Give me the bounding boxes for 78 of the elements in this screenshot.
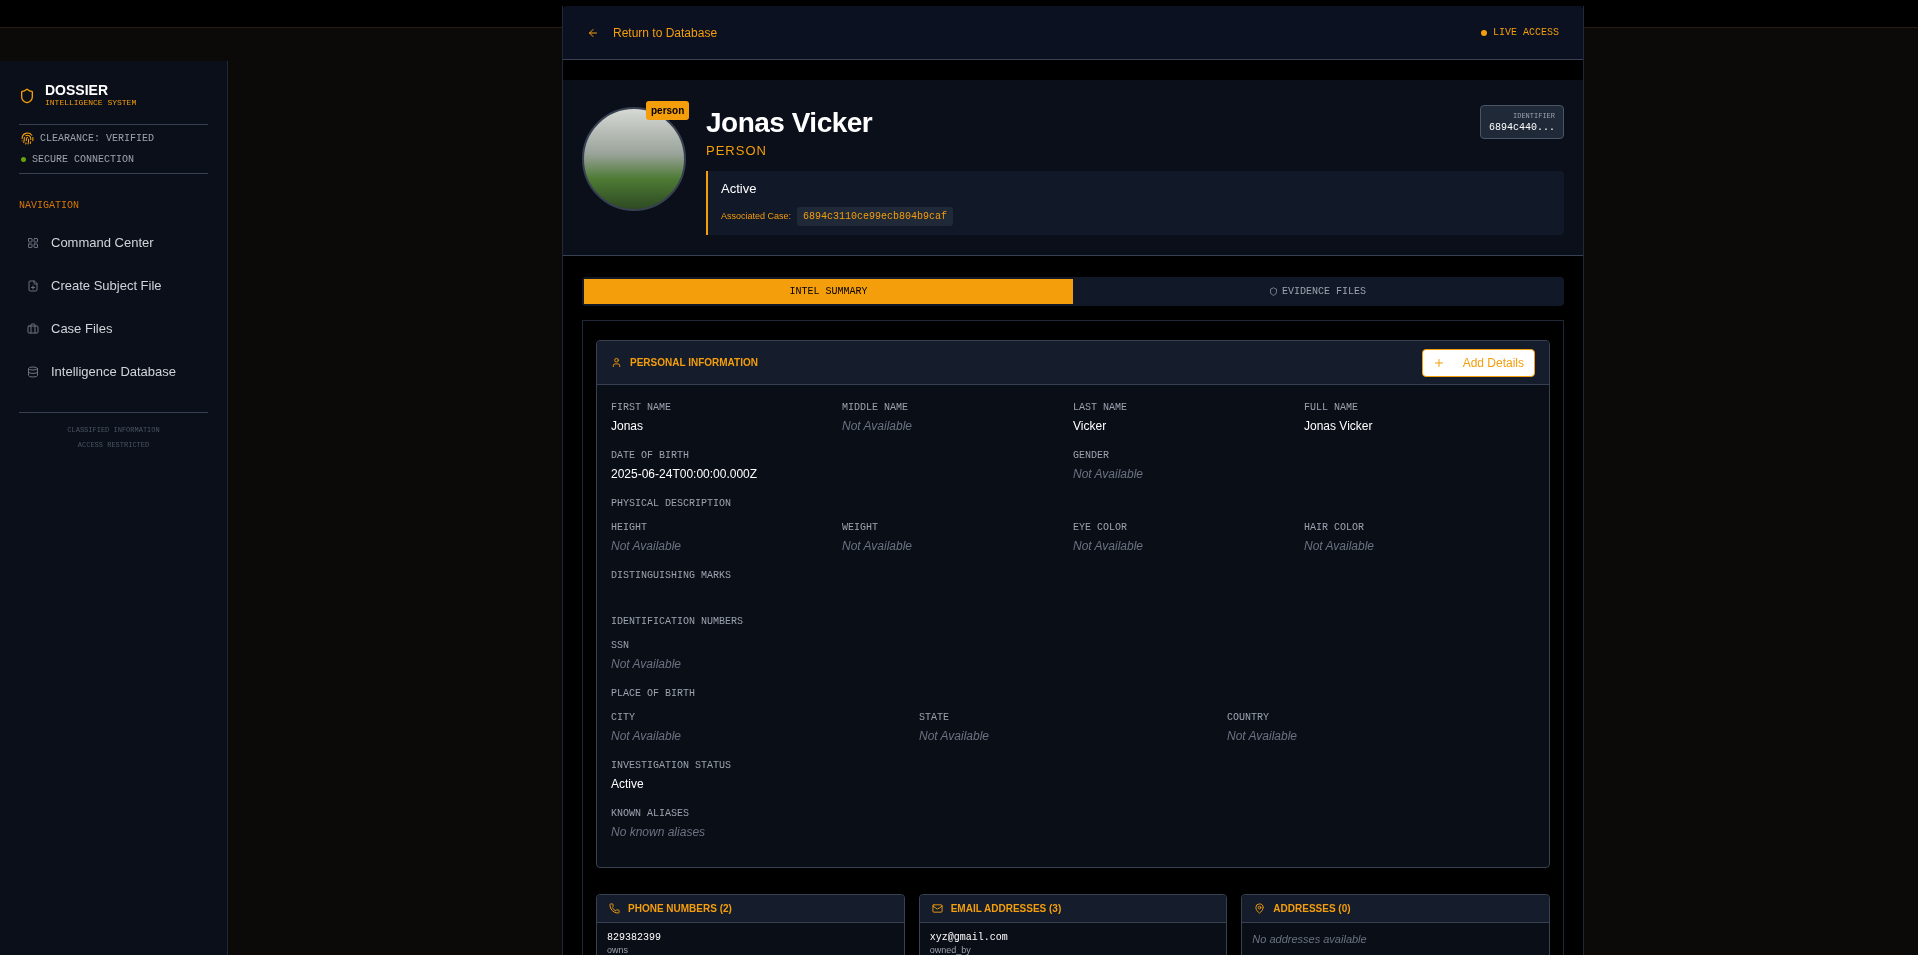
field-label: WEIGHT [842, 521, 879, 534]
field-label: HAIR COLOR [1304, 521, 1365, 534]
database-icon [27, 366, 39, 378]
briefcase-icon [27, 323, 39, 335]
field-label: HEIGHT [611, 521, 648, 534]
field-value: Not Available [611, 729, 683, 744]
empty-message: No addresses available [1252, 932, 1368, 947]
user-icon [611, 357, 622, 368]
nav-item[interactable]: Intelligence Database [19, 356, 208, 388]
field-value: Not Available [611, 539, 683, 554]
brand-subtitle: INTELLIGENCE SYSTEM [45, 98, 137, 108]
contact-value: xyz@gmail.com [929, 931, 1009, 944]
relation-label: owned_by [929, 944, 972, 955]
arrow-left-icon [587, 26, 599, 39]
brand-title: DOSSIER [45, 83, 109, 98]
nav-item[interactable]: Case Files [19, 313, 208, 345]
field-value: Not Available [611, 657, 683, 672]
field-label: EYE COLOR [1073, 521, 1128, 534]
field-label: GENDER [1073, 449, 1110, 462]
field-label: FULL NAME [1304, 401, 1359, 414]
field-value: No known aliases [611, 825, 707, 840]
field-value: Not Available [1227, 729, 1299, 744]
connection-status: SECURE CONNECTION [32, 153, 135, 167]
status-text: Active [721, 180, 758, 199]
map-pin-icon [1254, 903, 1266, 914]
field-value: Jonas [611, 419, 645, 434]
field-value: Jonas Vicker [1304, 419, 1374, 434]
field-label: KNOWN ALIASES [611, 807, 690, 820]
field-value: Vicker [1073, 419, 1108, 434]
card-title: EMAIL ADDRESSES (3) [950, 902, 1062, 916]
field-label: DISTINGUISHING MARKS [611, 569, 733, 582]
field-label: COUNTRY [1227, 711, 1270, 724]
mail-icon [931, 903, 943, 914]
file-plus-icon [27, 280, 39, 292]
field-label: DATE OF BIRTH [611, 449, 690, 462]
field-value: Not Available [1073, 539, 1145, 554]
card-title: PHONE NUMBERS (2) [628, 902, 732, 916]
field-value: Active [611, 777, 645, 792]
field-label: CITY [611, 711, 636, 724]
back-link[interactable]: Return to Database [587, 23, 718, 42]
shield-icon [19, 86, 35, 105]
field-value: Not Available [842, 419, 914, 434]
tab[interactable]: INTEL SUMMARY [584, 279, 1073, 304]
case-label: Associated Case: [721, 209, 792, 223]
contact-value: 829382399 [607, 931, 662, 944]
section-heading: PHYSICAL DESCRIPTION [611, 497, 733, 510]
clearance-status: CLEARANCE: VERIFIED [40, 132, 155, 146]
card-title: PERSONAL INFORMATION [630, 356, 758, 370]
live-status: LIVE ACCESS [1493, 26, 1559, 40]
identifier-value: 6894c440... [1489, 120, 1555, 134]
shield-icon [1269, 287, 1278, 296]
field-label: STATE [919, 711, 950, 724]
relation-label: owns [607, 944, 629, 955]
nav-item[interactable]: Command Center [19, 227, 208, 259]
type-badge: person [646, 101, 690, 120]
grid-icon [27, 237, 39, 249]
tab[interactable]: EVIDENCE FILES [1073, 279, 1562, 304]
field-label: SSN [611, 639, 630, 652]
field-value: Not Available [1073, 467, 1145, 482]
field-label: FIRST NAME [611, 401, 672, 414]
section-heading: IDENTIFICATION NUMBERS [611, 615, 745, 628]
case-id: 6894c3110ce99ecb804b9caf [797, 206, 954, 226]
section-title: NAVIGATION [19, 199, 80, 213]
subject-name: Jonas Vicker [706, 107, 873, 139]
nav-item[interactable]: Create Subject File [19, 270, 208, 302]
field-value: 2025-06-24T00:00:00.000Z [611, 467, 759, 482]
subject-type: PERSON [706, 142, 768, 160]
field-value: Not Available [842, 539, 914, 554]
field-value: Not Available [1304, 539, 1376, 554]
card-title: ADDRESSES (0) [1273, 902, 1351, 916]
fingerprint-icon [21, 132, 34, 145]
field-label: MIDDLE NAME [842, 401, 909, 414]
section-heading: PLACE OF BIRTH [611, 687, 696, 700]
plus-icon [1432, 356, 1445, 369]
field-label: INVESTIGATION STATUS [611, 759, 733, 772]
phone-icon [609, 903, 620, 914]
field-value: Not Available [919, 729, 991, 744]
field-label: LAST NAME [1073, 401, 1128, 414]
